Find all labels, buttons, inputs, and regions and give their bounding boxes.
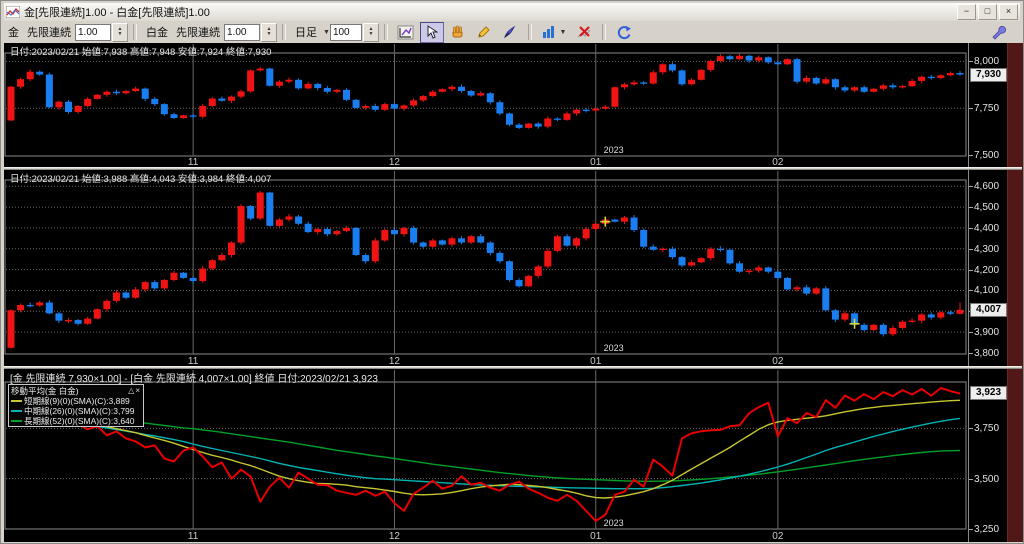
legend-close-button[interactable]: × <box>135 386 141 395</box>
svg-text:2023: 2023 <box>604 518 624 528</box>
indicator-bars-tool-button[interactable]: ▼ <box>538 22 570 43</box>
instrument2-multiplier-spinner[interactable]: ▲ ▼ <box>261 22 277 42</box>
reload-tool-button[interactable] <box>612 22 636 43</box>
toolbar-separator <box>601 24 606 40</box>
axis-tick-label: 4,600 <box>974 181 1000 193</box>
svg-text:12: 12 <box>389 531 401 542</box>
spread-chart-canvas[interactable]: 11 12 01 02 2023 <box>4 369 967 542</box>
legend-row-label: 長期線(52)(0)(SMA)(C):3,640 <box>24 416 135 426</box>
axis-tick-label: 3,900 <box>974 327 1000 339</box>
svg-text:11: 11 <box>188 531 199 542</box>
minimize-button[interactable]: − <box>957 4 976 20</box>
select-cursor-tool-button[interactable] <box>419 21 444 43</box>
axis-tick-mark <box>969 478 973 480</box>
sma9-swatch <box>11 400 22 402</box>
close-button[interactable]: × <box>999 4 1018 20</box>
axis-tick-label: 7,750 <box>974 103 1000 115</box>
axis-tick-mark <box>969 186 973 188</box>
axis-tick-mark <box>969 352 973 354</box>
axis-tick-label: 4,500 <box>974 202 1000 214</box>
panel-splitter[interactable] <box>4 366 1022 369</box>
current-price-box: 3,923 <box>970 386 1007 401</box>
delete-drawing-tool-button[interactable] <box>572 22 596 43</box>
pen-draw-tool-button[interactable] <box>498 22 522 43</box>
window-title: 金[先限連続]1.00 - 白金[先限連続]1.00 <box>24 7 210 19</box>
instrument1-multiplier-spinner[interactable]: ▲ ▼ <box>112 22 128 42</box>
toolbar-separator <box>527 24 532 40</box>
pen-quill-icon <box>504 25 516 39</box>
axis-tick-mark <box>969 332 973 334</box>
bar-count-spinner[interactable]: ▲ ▼ <box>362 22 379 42</box>
maximize-button[interactable]: □ <box>978 4 997 20</box>
axis-tick-label: 3,750 <box>974 423 1000 435</box>
axis-tick-mark <box>969 529 973 530</box>
timeframe-dropdown[interactable]: 日足 <box>295 24 317 40</box>
instrument2-series-label: 先限連続 <box>176 27 220 39</box>
gold-chart-canvas[interactable]: 11 12 01 022023 <box>4 43 967 168</box>
platinum-chart-canvas[interactable]: 11 12 01 022023 <box>4 170 967 367</box>
instrument1-multiplier-input[interactable]: 1.00 <box>75 23 111 41</box>
axis-tick-label: 4,100 <box>974 285 1000 297</box>
timeframe-dropdown-arrow-icon[interactable]: ▼ <box>323 29 330 36</box>
axis-tick-label: 4,200 <box>974 264 1000 276</box>
gold-chart-header: 日付:2023/02/21 始値:7,938 高値:7,948 安値:7,924… <box>10 47 272 58</box>
axis-tick-mark <box>969 227 973 229</box>
instrument1-label: 金 <box>8 27 19 39</box>
current-price-box: 7,930 <box>970 67 1007 82</box>
instrument1-series-label: 先限連続 <box>27 27 71 39</box>
svg-text:02: 02 <box>772 531 784 542</box>
pencil-draw-tool-button[interactable] <box>472 22 496 43</box>
ma-legend-box[interactable]: 移動平均(金 白金) △× 短期線(9)(0)(SMA)(C):3,889 中期… <box>8 384 144 427</box>
axis-tick-mark <box>969 207 973 209</box>
window-chart-icon <box>6 6 20 18</box>
instrument2-label: 白金 <box>146 27 168 39</box>
side-scroll-strip[interactable] <box>1007 43 1023 542</box>
chart-axis-tool-button[interactable] <box>394 22 418 43</box>
current-price-box: 4,007 <box>970 302 1007 317</box>
instrument2-multiplier-input[interactable]: 1.00 <box>224 23 260 41</box>
wrench-icon <box>992 25 1006 40</box>
axis-tick-label: 4,300 <box>974 243 1000 255</box>
bar-count-input[interactable]: 100 <box>329 23 362 41</box>
panel-splitter[interactable] <box>4 167 1022 170</box>
delete-x-icon <box>577 26 591 38</box>
price-axis: 8,000 7,750 7,500 7,930 4,600 4,500 4,400 4,300… <box>968 43 1007 542</box>
axis-tick-mark <box>969 155 973 157</box>
toolbar-separator <box>133 24 137 40</box>
sma26-swatch <box>11 410 22 412</box>
svg-text:2023: 2023 <box>604 343 624 353</box>
legend-row-sma52: 長期線(52)(0)(SMA)(C):3,640 <box>9 416 143 426</box>
chart-window: 金[先限連続]1.00 - 白金[先限連続]1.00 − □ × 金 先限連続 … <box>0 0 1024 544</box>
toolbar-separator <box>383 24 388 40</box>
indicator-dropdown-arrow-icon: ▼ <box>559 28 567 36</box>
hand-icon <box>452 25 463 38</box>
pan-hand-tool-button[interactable] <box>446 22 470 43</box>
platinum-chart-header: 日付:2023/02/21 始値:3,988 高値:4,043 安値:3,984… <box>10 174 272 185</box>
svg-text:01: 01 <box>590 531 602 542</box>
axis-tick-label: 8,000 <box>974 56 1000 68</box>
cursor-arrow-icon <box>427 25 439 39</box>
axis-tick-label: 3,250 <box>974 524 1000 535</box>
axis-tick-label: 3,500 <box>974 473 1000 485</box>
axis-tick-mark <box>969 290 973 292</box>
axis-tick-label: 3,800 <box>974 347 1000 359</box>
toolbar-separator <box>282 24 286 40</box>
title-bar[interactable]: 金[先限連続]1.00 - 白金[先限連続]1.00 − □ × <box>4 3 1020 21</box>
refresh-icon <box>617 25 631 39</box>
axis-tick-mark <box>969 269 973 271</box>
chart-axis-icon <box>397 25 414 39</box>
svg-text:2023: 2023 <box>604 145 624 155</box>
settings-wrench-button[interactable] <box>991 25 1006 40</box>
pencil-icon <box>478 26 491 38</box>
spread-chart-header: [金 先限連続 7,930×1.00] - [白金 先限連続 4,007×1.0… <box>10 374 378 385</box>
toolbar: 金 先限連続 1.00 ▲ ▼ 白金 先限連続 1.00 ▲ ▼ 日足 ▼ 100 … <box>4 21 1020 44</box>
axis-tick-mark <box>969 108 973 110</box>
axis-tick-mark <box>969 428 973 430</box>
axis-tick-mark <box>969 248 973 250</box>
axis-tick-mark <box>969 61 973 63</box>
axis-tick-label: 4,400 <box>974 222 1000 234</box>
sma52-swatch <box>11 420 22 422</box>
bar-chart-icon <box>543 26 555 38</box>
axis-tick-label: 7,500 <box>974 150 1000 162</box>
